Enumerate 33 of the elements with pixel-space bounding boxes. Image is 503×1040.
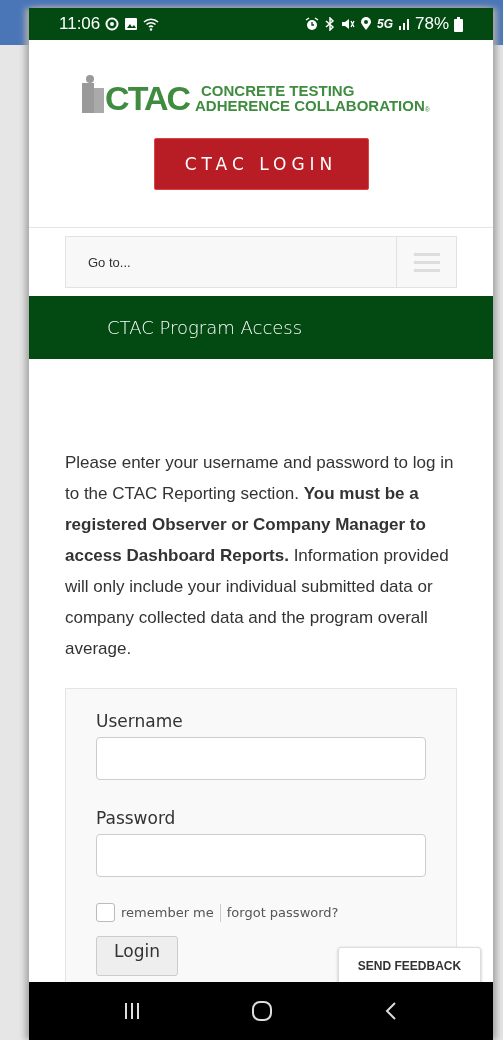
back-icon[interactable]	[383, 1001, 398, 1021]
battery-percent: 78%	[414, 14, 449, 34]
battery-icon	[454, 16, 463, 32]
wifi-icon	[143, 17, 160, 31]
navigation-field[interactable]: Go to...	[65, 236, 396, 288]
signal-icon	[397, 17, 410, 31]
logo-text: CONCRETE TESTING	[201, 83, 356, 98]
input-field[interactable]	[96, 737, 426, 780]
recent-apps-icon[interactable]	[124, 1001, 141, 1021]
remember-label: remember me	[121, 905, 214, 920]
login-button[interactable]: CTAC LOGIN	[153, 138, 369, 190]
location-icon	[359, 17, 372, 31]
alarm-icon	[304, 17, 319, 31]
image-icon	[124, 17, 139, 31]
clock-time: 11:06	[59, 14, 101, 34]
network-label: 5G	[376, 17, 393, 31]
building-blocks-icon	[82, 75, 105, 113]
menu-icon	[413, 252, 440, 272]
intro-paragraph: Please enter your username and password to log in to the CTAC Reporting section. You must be a registered Observer or Company Manager to access Dashboard Reports. Information provided will only include your individual submitted data or company collected data and the program overall average.	[65, 452, 455, 660]
home-icon[interactable]	[251, 1000, 273, 1022]
field-label: Username	[96, 711, 184, 731]
mute-icon	[340, 17, 355, 31]
logo-text: ADHERENCE COLLABORATION	[195, 98, 425, 113]
logo-mark: CTAC	[105, 83, 191, 113]
page-title: CTAC Program Access	[107, 317, 303, 338]
bluetooth-icon	[323, 17, 336, 31]
login-submit-button[interactable]: Login	[96, 936, 178, 976]
feedback-button[interactable]: SEND FEEDBACK	[338, 947, 481, 982]
input-field[interactable]	[96, 834, 426, 877]
forgot-password-link[interactable]: forgot password?	[226, 905, 339, 920]
menu-button[interactable]	[396, 236, 457, 288]
field-label: Password	[96, 808, 177, 828]
remember-checkbox[interactable]	[96, 903, 115, 922]
